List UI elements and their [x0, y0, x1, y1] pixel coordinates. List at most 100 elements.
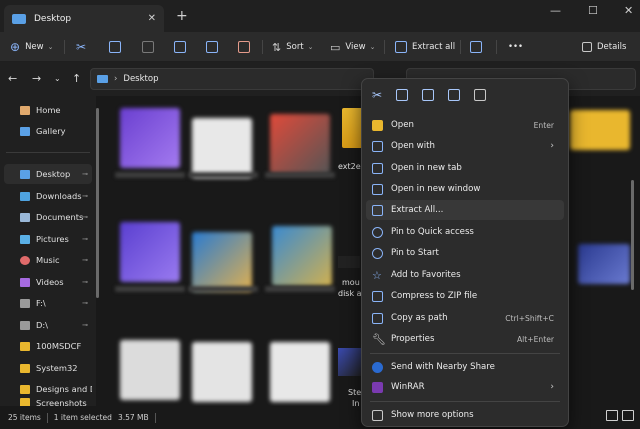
folder-icon	[372, 119, 383, 131]
extract-all-button[interactable]: Extract all	[395, 38, 455, 56]
up-button[interactable]: ↑	[72, 72, 81, 85]
sidebar-item-100msdcf[interactable]: 100MSDCF	[4, 336, 92, 356]
sidebar-item-gallery[interactable]: Gallery	[4, 121, 92, 141]
sidebar-item-videos[interactable]: Videos ⊸	[4, 272, 92, 292]
trash-icon	[238, 41, 250, 53]
selection-status: 1 item selected	[53, 413, 112, 422]
chevron-down-icon: ⌄	[369, 43, 376, 51]
share-button[interactable]	[206, 38, 218, 56]
menu-item-extract-all[interactable]: Extract All...	[366, 200, 564, 220]
share-icon[interactable]	[448, 89, 461, 101]
file-label: mou	[342, 278, 360, 287]
menu-item-open-new-window[interactable]: Open in new window	[366, 179, 564, 199]
tab-close-icon[interactable]: ✕	[148, 13, 156, 24]
details-icon	[582, 42, 592, 52]
sidebar-item-drive-f[interactable]: F:\ ⊸	[4, 293, 92, 313]
details-button[interactable]: Details	[582, 38, 626, 56]
maximize-button[interactable]: ☐	[588, 4, 598, 17]
rename-icon[interactable]	[422, 89, 435, 101]
file-thumbnail[interactable]	[272, 226, 332, 286]
menu-item-properties[interactable]: 🔧︎ Properties Alt+Enter	[366, 329, 564, 349]
sidebar-item-designs[interactable]: Designs and Do	[4, 379, 92, 399]
cut-button[interactable]: ✂	[76, 38, 86, 56]
file-thumbnail[interactable]	[192, 342, 252, 402]
delete-button[interactable]	[238, 38, 250, 56]
new-tab-icon	[372, 162, 383, 174]
folder-thumbnail[interactable]	[570, 110, 630, 150]
chevron-right-icon: ›	[550, 141, 554, 151]
sidebar-item-drive-d[interactable]: D:\ ⊸	[4, 315, 92, 335]
pin-icon: ⊸	[82, 170, 88, 178]
sidebar-item-desktop[interactable]: Desktop ⊸	[4, 164, 92, 184]
file-thumbnail[interactable]	[120, 108, 180, 168]
menu-item-compress-zip[interactable]: Compress to ZIP file	[366, 286, 564, 306]
file-thumbnail[interactable]	[338, 256, 360, 268]
content-scrollbar[interactable]	[631, 180, 634, 290]
file-thumbnail[interactable]	[192, 118, 252, 178]
menu-item-show-more-options[interactable]: Show more options	[366, 405, 564, 425]
picture-icon	[20, 234, 30, 244]
rename-button[interactable]	[174, 38, 186, 56]
menu-item-open-new-tab[interactable]: Open in new tab	[366, 158, 564, 178]
winrar-icon	[372, 381, 383, 393]
sidebar-item-downloads[interactable]: Downloads ⊸	[4, 186, 92, 206]
minimize-button[interactable]: —	[550, 4, 561, 17]
file-thumbnail[interactable]	[270, 114, 330, 174]
close-button[interactable]: ✕	[624, 4, 633, 17]
sidebar-item-documents[interactable]: Documents ⊸	[4, 207, 92, 227]
back-button[interactable]: ←	[8, 72, 17, 85]
menu-item-open[interactable]: Open Enter	[366, 115, 564, 135]
rename-icon	[174, 41, 186, 53]
context-menu: ✂ Open Enter Open with › Open in new tab…	[361, 78, 569, 427]
item-count: 25 items	[8, 413, 41, 422]
view-button[interactable]: ▭ View ⌄	[330, 38, 375, 56]
sidebar-item-pictures[interactable]: Pictures ⊸	[4, 229, 92, 249]
menu-item-nearby-share[interactable]: Send with Nearby Share	[366, 357, 564, 377]
breadcrumb-desktop[interactable]: Desktop	[123, 74, 158, 84]
file-label	[115, 172, 185, 178]
sidebar-scrollbar[interactable]	[96, 108, 99, 298]
file-label: In	[352, 399, 360, 406]
address-bar[interactable]: › Desktop	[90, 68, 374, 90]
new-button[interactable]: ⊕ New ⌄	[10, 38, 53, 56]
menu-item-add-favorites[interactable]: ☆ Add to Favorites	[366, 265, 564, 285]
gallery-icon	[20, 126, 30, 136]
drive-icon	[20, 320, 30, 330]
file-label	[115, 286, 185, 292]
chevron-down-icon: ⌄	[47, 43, 54, 51]
more-button[interactable]: •••	[508, 38, 523, 56]
scissors-icon[interactable]: ✂	[372, 88, 382, 102]
sidebar-item-music[interactable]: Music ⊸	[4, 250, 92, 270]
trash-icon[interactable]	[474, 89, 487, 101]
forward-button[interactable]: →	[32, 72, 41, 85]
new-tab-button[interactable]: +	[176, 8, 188, 24]
menu-item-open-with[interactable]: Open with ›	[366, 136, 564, 156]
file-thumbnail[interactable]	[120, 222, 180, 282]
paste-icon	[142, 41, 154, 53]
menu-item-winrar[interactable]: WinRAR ›	[366, 377, 564, 397]
copy-icon	[109, 41, 121, 53]
menu-item-pin-start[interactable]: Pin to Start	[366, 243, 564, 263]
file-thumbnail[interactable]	[338, 348, 362, 376]
sort-button[interactable]: ⇅ Sort ⌄	[272, 38, 314, 56]
menu-item-pin-quick-access[interactable]: Pin to Quick access	[366, 222, 564, 242]
sidebar-item-system32[interactable]: System32	[4, 358, 92, 378]
file-thumbnail[interactable]	[192, 232, 252, 292]
copy-path-icon	[372, 312, 383, 324]
tab-desktop[interactable]: Desktop ✕	[4, 5, 164, 32]
file-thumbnail[interactable]	[270, 342, 330, 402]
file-thumbnail[interactable]	[578, 244, 630, 284]
recent-dropdown-icon[interactable]: ⌄	[54, 74, 61, 83]
sidebar-item-home[interactable]: Home	[4, 100, 92, 120]
menu-item-copy-as-path[interactable]: Copy as path Ctrl+Shift+C	[366, 308, 564, 328]
sidebar-item-screenshots[interactable]: Screenshots	[4, 398, 92, 406]
download-icon	[20, 191, 30, 201]
eraser-button[interactable]	[470, 38, 482, 56]
file-thumbnail[interactable]	[120, 340, 180, 400]
details-view-icon[interactable]	[606, 410, 618, 421]
copy-button[interactable]	[109, 38, 121, 56]
copy-icon[interactable]	[396, 89, 409, 101]
paste-button[interactable]	[142, 38, 154, 56]
tiles-view-icon[interactable]	[622, 410, 634, 421]
home-icon	[20, 105, 30, 115]
